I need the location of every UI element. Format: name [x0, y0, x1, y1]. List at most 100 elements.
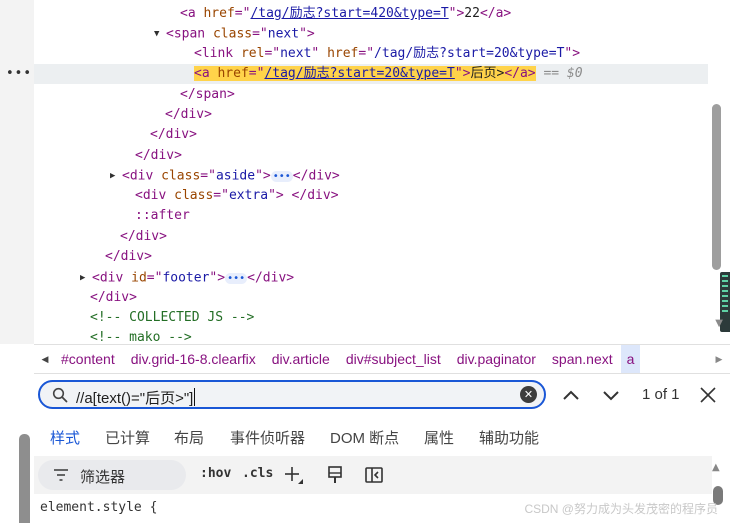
filter-placeholder: 筛选器 — [80, 469, 126, 486]
hov-button[interactable]: :hov — [200, 466, 231, 481]
expand-node-icon[interactable]: ▶ — [110, 166, 122, 186]
search-input-value: //a[text()="后页>"] — [76, 390, 194, 407]
token-link: /tag/励志?start=20&type=T — [264, 66, 455, 81]
token-tag: <div — [135, 188, 175, 203]
breadcrumb-item[interactable]: a — [620, 345, 641, 373]
element-state-icon[interactable] — [325, 465, 345, 485]
token-val: aside — [215, 168, 256, 184]
token-tag: =" — [200, 168, 216, 184]
token-tag: </div> — [292, 168, 340, 184]
token-tag: <span — [166, 26, 213, 42]
tree-node[interactable]: </div> — [34, 288, 708, 308]
token-txt: 后页> — [470, 66, 505, 81]
search-icon — [52, 387, 68, 403]
close-search-icon[interactable] — [698, 385, 718, 405]
tree-node[interactable]: ▶ <div id="footer"> ••• </div> — [34, 268, 708, 288]
breadcrumb-item[interactable]: div.paginator — [449, 345, 544, 373]
sidebar-tabs: 样式 已计算 布局 事件侦听器 DOM 断点 属性 辅助功能 — [34, 420, 730, 454]
tree-node[interactable]: </div> — [34, 105, 708, 125]
token-cmt: <!-- COLLECTED JS --> — [90, 310, 255, 325]
tree-node[interactable]: <link rel="next" href="/tag/励志?start=20&… — [34, 44, 708, 64]
tree-node[interactable]: <a href="/tag/励志?start=420&type=T">22</a… — [34, 4, 708, 24]
left-scrollbar-thumb[interactable] — [19, 434, 30, 523]
tree-node[interactable]: ▼ <span class="next"> — [34, 24, 708, 44]
search-box[interactable]: //a[text()="后页>"] ✕ — [38, 380, 546, 409]
expand-children-icon[interactable]: ••• — [225, 272, 248, 284]
gutter-more-icon[interactable]: ••• — [6, 67, 32, 80]
tree-scrollbar-thumb[interactable] — [712, 104, 721, 270]
tree-node[interactable]: </div> — [34, 247, 708, 267]
token-tag: =" — [234, 6, 251, 21]
token-tag: <div — [92, 270, 132, 286]
tree-node[interactable]: </div> — [34, 227, 708, 247]
tree-node[interactable]: <!-- mako --> — [34, 328, 708, 344]
breadcrumb-item[interactable]: div.grid-16-8.clearfix — [123, 345, 264, 373]
token-val: next — [267, 26, 300, 42]
token-tag: </div> — [90, 290, 137, 305]
tab-event-listeners[interactable]: 事件侦听器 — [230, 427, 305, 448]
search-input[interactable]: //a[text()="后页>"] — [76, 385, 516, 407]
previous-match-icon[interactable] — [560, 384, 582, 406]
breadcrumb-item[interactable]: div#subject_list — [338, 345, 449, 373]
tree-node-selected[interactable]: <a href="/tag/励志?start=20&type=T">后页></a… — [34, 64, 708, 84]
tab-accessibility[interactable]: 辅助功能 — [479, 427, 539, 448]
tree-node[interactable]: ▶ <div class="aside"> ••• </div> — [34, 166, 708, 186]
watermark: CSDN @努力成为头发茂密的程序员 — [524, 502, 718, 516]
tree-node[interactable]: </span> — [34, 85, 708, 105]
tab-properties[interactable]: 属性 — [424, 427, 454, 448]
clear-search-icon[interactable]: ✕ — [520, 386, 537, 403]
token-tag: "> — [255, 168, 271, 184]
text-caret — [194, 388, 196, 406]
tab-computed[interactable]: 已计算 — [105, 427, 150, 448]
selected-node-marker: == $0 — [535, 66, 583, 81]
token-attr: href — [327, 46, 359, 61]
tree-node[interactable]: ::after — [34, 206, 708, 226]
token-txt: 22 — [464, 6, 480, 21]
next-match-icon[interactable] — [600, 384, 622, 406]
filter-icon — [54, 469, 68, 481]
expand-node-icon[interactable]: ▶ — [80, 268, 92, 288]
token-tag: </a> — [479, 6, 512, 21]
token-attr: href — [203, 6, 235, 21]
token-pseudo: ::after — [135, 208, 190, 223]
filter-input[interactable]: 筛选器 — [38, 460, 186, 490]
styles-scroll-up-icon[interactable]: ▲ — [712, 462, 720, 473]
token-tag: =" — [146, 270, 163, 286]
tab-styles[interactable]: 样式 — [50, 427, 80, 448]
tree-node[interactable]: </div> — [34, 146, 708, 166]
cls-button[interactable]: .cls — [242, 466, 273, 481]
collapse-node-icon[interactable]: ▼ — [154, 24, 166, 44]
token-link: /tag/励志?start=420&type=T — [250, 6, 449, 21]
token-tag: "> — [299, 26, 315, 42]
element-style-rule[interactable]: element.style { — [40, 500, 157, 515]
token-tag: =" — [252, 26, 268, 42]
breadcrumb: ◀ #content div.grid-16-8.clearfix div.arti… — [34, 344, 730, 374]
tab-dom-breakpoints[interactable]: DOM 断点 — [330, 427, 399, 448]
breadcrumb-item[interactable]: #content — [61, 345, 123, 373]
token-tag: <a — [180, 6, 204, 21]
token-tag: =" — [248, 66, 265, 81]
breadcrumb-scroll-right-icon[interactable]: ▶ — [708, 345, 730, 373]
tree-node[interactable]: <div class="extra"> </div> — [34, 186, 708, 206]
elements-tree[interactable]: ••• <a href="/tag/励志?start=420&type=T">2… — [0, 0, 730, 344]
tree-node[interactable]: </div> — [34, 125, 708, 145]
breadcrumb-scroll-left-icon[interactable]: ◀ — [34, 345, 56, 373]
expand-children-icon[interactable]: ••• — [270, 170, 293, 182]
token-attr: class — [212, 26, 253, 42]
new-style-rule-icon[interactable] — [284, 465, 304, 485]
tab-layout[interactable]: 布局 — [174, 427, 204, 448]
token-attr: href — [217, 66, 249, 81]
match-count: 1 of 1 — [642, 386, 680, 403]
token-tag: <div — [122, 168, 162, 184]
breadcrumb-item[interactable]: div.article — [264, 345, 338, 373]
token-tag: <a — [194, 66, 218, 81]
tree-node[interactable]: <!-- COLLECTED JS --> — [34, 308, 708, 328]
scroll-down-icon[interactable]: ▼ — [715, 318, 723, 329]
token-tag: " — [311, 46, 328, 61]
breadcrumb-item[interactable]: span.next — [544, 345, 621, 373]
tree-gutter: ••• — [0, 0, 34, 344]
toggle-sidebar-icon[interactable] — [364, 465, 384, 485]
token-tag: "> — [564, 46, 581, 61]
token-tag: =" — [358, 46, 375, 61]
token-tag: </a> — [504, 66, 536, 81]
